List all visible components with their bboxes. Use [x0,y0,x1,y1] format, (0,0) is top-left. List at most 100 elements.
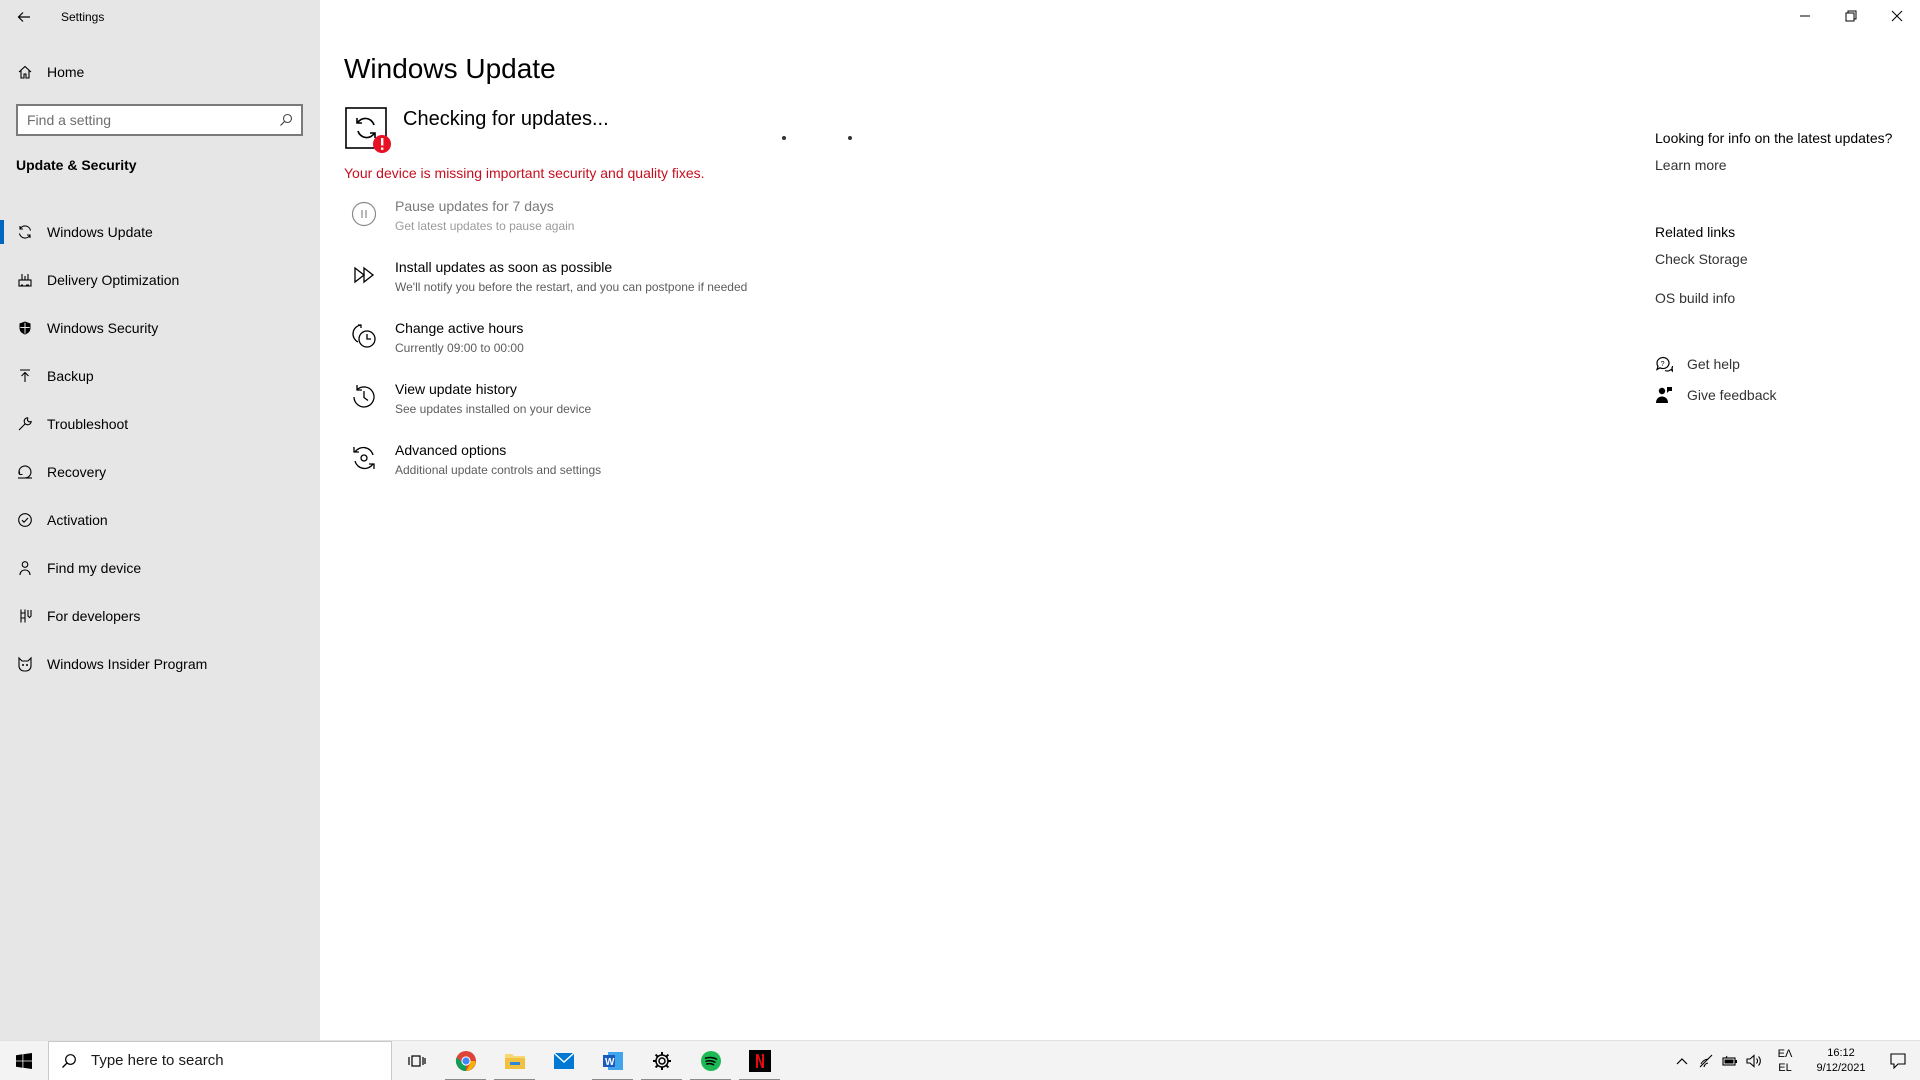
section-title: Update & Security [16,157,137,173]
give-feedback-label: Give feedback [1687,387,1777,403]
option-title: Install updates as soon as possible [395,259,613,275]
sidebar-item-label: Backup [47,368,94,384]
sidebar-item-activation[interactable]: Activation [0,496,320,544]
os-build-info-link[interactable]: OS build info [1655,290,1735,306]
view-update-history-option[interactable]: View update history See updates installe… [348,378,747,439]
learn-more-link[interactable]: Learn more [1655,157,1727,173]
pause-updates-option[interactable]: Pause updates for 7 days Get latest upda… [348,195,747,256]
restore-icon [1845,10,1857,22]
advanced-sync-icon [348,442,380,474]
restore-button[interactable] [1828,0,1874,32]
person-pin-icon [17,560,33,576]
option-title: View update history [395,381,517,397]
shield-icon [17,320,33,336]
close-button[interactable] [1874,0,1920,32]
battery-icon [1722,1055,1737,1066]
sidebar-item-windows-insider-program[interactable]: Windows Insider Program [0,640,320,688]
input-language-indicator[interactable]: ΕΛ EL [1772,1047,1798,1075]
taskbar-app-spotify[interactable] [686,1041,735,1080]
progress-dot [782,136,786,140]
sidebar-item-find-my-device[interactable]: Find my device [0,544,320,592]
start-button[interactable] [0,1041,48,1080]
sidebar-item-label: Delivery Optimization [47,272,180,288]
sidebar-item-for-developers[interactable]: For developers [0,592,320,640]
battery-button[interactable] [1718,1041,1742,1080]
search-icon [61,1053,77,1069]
sidebar-nav: Windows Update Delivery Optimization Win… [0,208,320,688]
option-title: Advanced options [395,442,507,458]
find-setting-input[interactable] [18,112,268,128]
window-title: Settings [61,10,105,24]
sidebar-item-troubleshoot[interactable]: Troubleshoot [0,400,320,448]
progress-dot [848,136,852,140]
check-storage-link[interactable]: Check Storage [1655,251,1748,267]
sidebar-item-label: Recovery [47,464,107,480]
word-icon: W [602,1051,623,1070]
back-arrow-icon [17,12,30,22]
lang-bottom: EL [1778,1062,1792,1074]
install-updates-option[interactable]: Install updates as soon as possible We'l… [348,256,747,317]
sidebar-item-label: Find my device [47,560,142,576]
taskbar-search-box[interactable]: Type here to search [48,1040,392,1080]
taskbar-app-settings[interactable] [637,1041,686,1080]
chevron-up-icon [1676,1058,1688,1065]
update-status-icon [344,106,392,154]
taskbar-app-word[interactable]: W [588,1041,637,1080]
sidebar-item-label: Windows Update [47,224,153,240]
back-button[interactable] [0,0,48,34]
change-active-hours-option[interactable]: Change active hours Currently 09:00 to 0… [348,317,747,378]
action-center-button[interactable] [1876,1041,1920,1080]
sidebar-item-recovery[interactable]: Recovery [0,448,320,496]
find-setting-search[interactable] [16,104,303,136]
sidebar-item-label: Home [47,64,85,80]
sidebar-item-label: For developers [47,608,141,624]
svg-text:W: W [605,1057,615,1068]
update-options: Pause updates for 7 days Get latest upda… [348,195,747,500]
sidebar-item-backup[interactable]: Backup [0,352,320,400]
titlebar: Settings [0,0,320,34]
system-tray: ΕΛ EL 16:12 9/12/2021 [1670,1041,1920,1080]
minimize-icon [1800,15,1810,17]
search-icon [279,113,293,127]
developer-tools-icon [17,608,33,624]
taskbar-app-file-explorer[interactable] [490,1041,539,1080]
minimize-button[interactable] [1782,0,1828,32]
clock[interactable]: 16:12 9/12/2021 [1806,1046,1876,1076]
task-view-button[interactable] [392,1041,441,1080]
delivery-optimization-icon [17,272,33,288]
wrench-icon [17,416,33,432]
network-button[interactable] [1694,1041,1718,1080]
pause-icon [348,198,380,230]
option-subtitle: See updates installed on your device [395,402,592,416]
show-hidden-icons-button[interactable] [1670,1041,1694,1080]
taskbar-app-netflix[interactable] [735,1041,784,1080]
sidebar-item-windows-security[interactable]: Windows Security [0,304,320,352]
fast-forward-icon [348,259,380,291]
svg-text:?: ? [1661,361,1665,368]
advanced-options-option[interactable]: Advanced options Additional update contr… [348,439,747,500]
history-icon [348,381,380,413]
option-subtitle: We'll notify you before the restart, and… [395,280,748,294]
taskbar: Type here to search W ΕΛ EL 16:12 9/12/2… [0,1040,1920,1080]
option-title: Change active hours [395,320,524,336]
netflix-icon [748,1049,771,1072]
get-help-link[interactable]: ? Get help [1655,352,1740,376]
sidebar-item-label: Windows Security [47,320,159,336]
sidebar-item-delivery-optimization[interactable]: Delivery Optimization [0,256,320,304]
sidebar-item-windows-update[interactable]: Windows Update [0,208,320,256]
info-heading: Looking for info on the latest updates? [1655,130,1893,146]
active-hours-icon [348,320,380,352]
give-feedback-link[interactable]: Give feedback [1655,383,1777,407]
file-explorer-icon [504,1053,525,1069]
taskbar-app-mail[interactable] [539,1041,588,1080]
taskbar-app-chrome[interactable] [441,1041,490,1080]
lang-top: ΕΛ [1777,1048,1793,1060]
task-view-icon [407,1054,426,1067]
option-subtitle: Currently 09:00 to 00:00 [395,341,524,355]
clock-time: 16:12 [1827,1047,1855,1059]
option-subtitle: Additional update controls and settings [395,463,602,477]
volume-button[interactable] [1742,1041,1766,1080]
sidebar-item-label: Windows Insider Program [47,656,208,672]
sidebar-item-home[interactable]: Home [0,57,320,87]
chrome-icon [455,1050,476,1071]
